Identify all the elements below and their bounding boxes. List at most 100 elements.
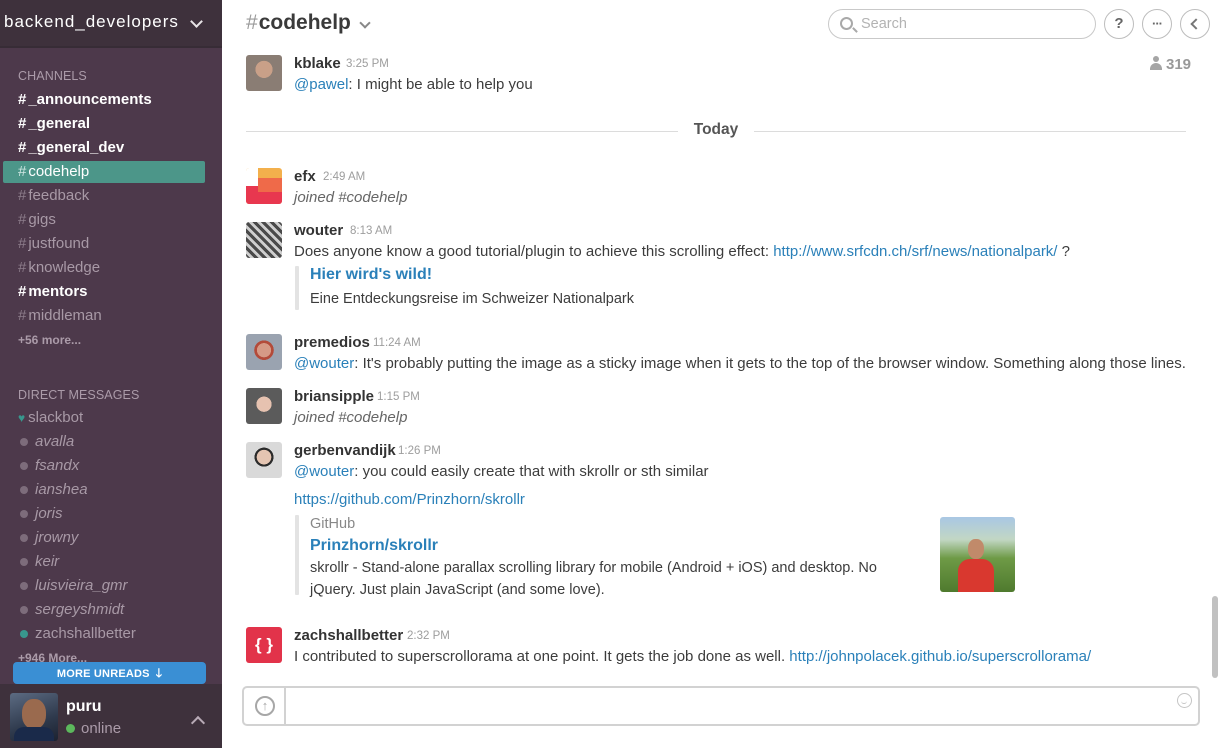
direct-messages-header[interactable]: DIRECT MESSAGES [18, 388, 139, 402]
message-timestamp[interactable]: 2:49 AM [323, 171, 365, 183]
member-count[interactable]: 319 [1150, 56, 1191, 73]
chevron-up-icon [190, 715, 206, 731]
person-icon [1150, 56, 1162, 70]
message-body: : It's probably putting the image as a s… [354, 355, 1186, 372]
hash-icon: # [18, 115, 27, 132]
message-author[interactable]: gerbenvandijk [294, 442, 396, 459]
sidebar-channel-middleman[interactable]: # middleman [18, 305, 102, 327]
channels-header[interactable]: CHANNELS [18, 69, 87, 83]
attachment-thumbnail[interactable] [940, 517, 1015, 592]
avatar[interactable] [246, 168, 282, 204]
message-text: @wouter: you could easily create that wi… [294, 463, 709, 480]
message-list[interactable]: 319 kblake 3:25 PM @pawel: I might be ab… [222, 48, 1220, 682]
message-timestamp[interactable]: 1:26 PM [398, 445, 441, 457]
avatar[interactable] [246, 388, 282, 424]
dm-label: joris [35, 505, 63, 522]
dm-zachshallbetter[interactable]: zachshallbetter [18, 623, 136, 645]
message-text: Does anyone know a good tutorial/plugin … [294, 243, 1070, 260]
sidebar-channel-announcements[interactable]: # _announcements [18, 89, 152, 111]
hash-icon: # [18, 91, 27, 108]
chevron-down-icon [190, 15, 203, 28]
message-timestamp[interactable]: 1:15 PM [377, 391, 420, 403]
message-author[interactable]: kblake [294, 55, 341, 72]
mention-link[interactable]: @pawel [294, 76, 348, 93]
hash-icon: # [18, 307, 27, 324]
message-author[interactable]: efx [294, 168, 316, 185]
channel-label: feedback [28, 187, 90, 204]
hash-icon: # [18, 211, 27, 228]
presence-away-icon [20, 581, 28, 590]
dm-label: fsandx [35, 457, 80, 474]
message-body: I contributed to superscrollorama at one… [294, 648, 790, 665]
hash-icon: # [18, 163, 27, 180]
dm-joris[interactable]: joris [18, 503, 63, 525]
scrollbar-thumb[interactable] [1212, 596, 1218, 678]
message-text: @wouter: It's probably putting the image… [294, 355, 1186, 372]
message-timestamp[interactable]: 3:25 PM [346, 58, 389, 70]
slack-app: backend_developers CHANNELS # _announceme… [0, 0, 1220, 748]
channel-label: justfound [28, 235, 90, 252]
channel-label: _announcements [28, 91, 152, 108]
upload-button[interactable]: ↑ [244, 688, 286, 724]
attachment-title[interactable]: Prinzhorn/skrollr [310, 537, 438, 555]
message-input[interactable] [296, 696, 1156, 716]
avatar[interactable] [246, 334, 282, 370]
message-author[interactable]: premedios [294, 334, 370, 351]
sidebar-channel-general-dev[interactable]: # _general_dev [18, 137, 124, 159]
presence-away-icon [20, 605, 28, 614]
sidebar-channel-codehelp[interactable]: # codehelp [3, 161, 205, 183]
message-composer: ↑ [242, 686, 1200, 726]
search-box[interactable] [828, 9, 1096, 39]
mention-link[interactable]: @wouter [294, 355, 354, 372]
message-author[interactable]: zachshallbetter [294, 627, 403, 644]
team-menu[interactable]: backend_developers [0, 0, 222, 48]
message-author[interactable]: briansipple [294, 388, 374, 405]
more-unreads-button[interactable]: MORE UNREADS 🡓 [13, 662, 206, 684]
avatar[interactable] [246, 222, 282, 258]
hash-icon: # [18, 139, 27, 156]
more-options-button[interactable]: ··· [1142, 9, 1172, 39]
sidebar-channel-justfound[interactable]: # justfound [18, 233, 89, 255]
sidebar-channel-feedback[interactable]: # feedback [18, 185, 89, 207]
search-input[interactable] [861, 14, 1081, 34]
avatar[interactable] [246, 55, 282, 91]
message-timestamp[interactable]: 2:32 PM [407, 630, 450, 642]
more-channels-link[interactable]: +56 more... [18, 333, 81, 347]
attachment-title[interactable]: Hier wird's wild! [310, 266, 432, 284]
dm-sergeyshmidt[interactable]: sergeyshmidt [18, 599, 124, 621]
dm-luisvieira-gmr[interactable]: luisvieira_gmr [18, 575, 128, 597]
message-author[interactable]: wouter [294, 222, 343, 239]
user-menu[interactable]: puru online [0, 684, 222, 748]
message-body: : I might be able to help you [348, 76, 533, 93]
message-link[interactable]: http://www.srfcdn.ch/srf/news/nationalpa… [773, 243, 1057, 260]
message-timestamp[interactable]: 11:24 AM [373, 337, 421, 349]
sidebar-channel-general[interactable]: # _general [18, 113, 90, 135]
dm-keir[interactable]: keir [18, 551, 59, 573]
attachment-text: Eine Entdeckungsreise im Schweizer Natio… [310, 291, 634, 307]
message-link[interactable]: http://johnpolacek.github.io/superscroll… [789, 648, 1091, 665]
attachment-bar [295, 515, 299, 595]
member-count-value: 319 [1166, 56, 1192, 73]
dm-slackbot[interactable]: ♥ slackbot [18, 407, 83, 429]
sidebar-channel-knowledge[interactable]: # knowledge [18, 257, 100, 279]
chevron-down-icon[interactable] [359, 17, 371, 29]
dm-ianshea[interactable]: ianshea [18, 479, 88, 501]
message-timestamp[interactable]: 8:13 AM [350, 225, 392, 237]
avatar[interactable] [246, 442, 282, 478]
channel-header: #codehelp ? ··· [222, 0, 1220, 48]
channel-title[interactable]: #codehelp [246, 11, 351, 35]
dm-label: ianshea [35, 481, 88, 498]
dm-fsandx[interactable]: fsandx [18, 455, 79, 477]
dm-jrowny[interactable]: jrowny [18, 527, 78, 549]
day-divider-label: Today [678, 121, 754, 139]
help-button[interactable]: ? [1104, 9, 1134, 39]
message-link[interactable]: https://github.com/Prinzhorn/skrollr [294, 491, 525, 508]
mention-link[interactable]: @wouter [294, 463, 354, 480]
dm-avalla[interactable]: avalla [18, 431, 74, 453]
avatar[interactable]: { } [246, 627, 282, 663]
sidebar-channel-mentors[interactable]: # mentors [18, 281, 88, 303]
sidebar-channel-gigs[interactable]: # gigs [18, 209, 56, 231]
collapse-panel-button[interactable] [1180, 9, 1210, 39]
presence-online-icon [66, 723, 75, 733]
emoji-icon[interactable] [1177, 693, 1192, 708]
